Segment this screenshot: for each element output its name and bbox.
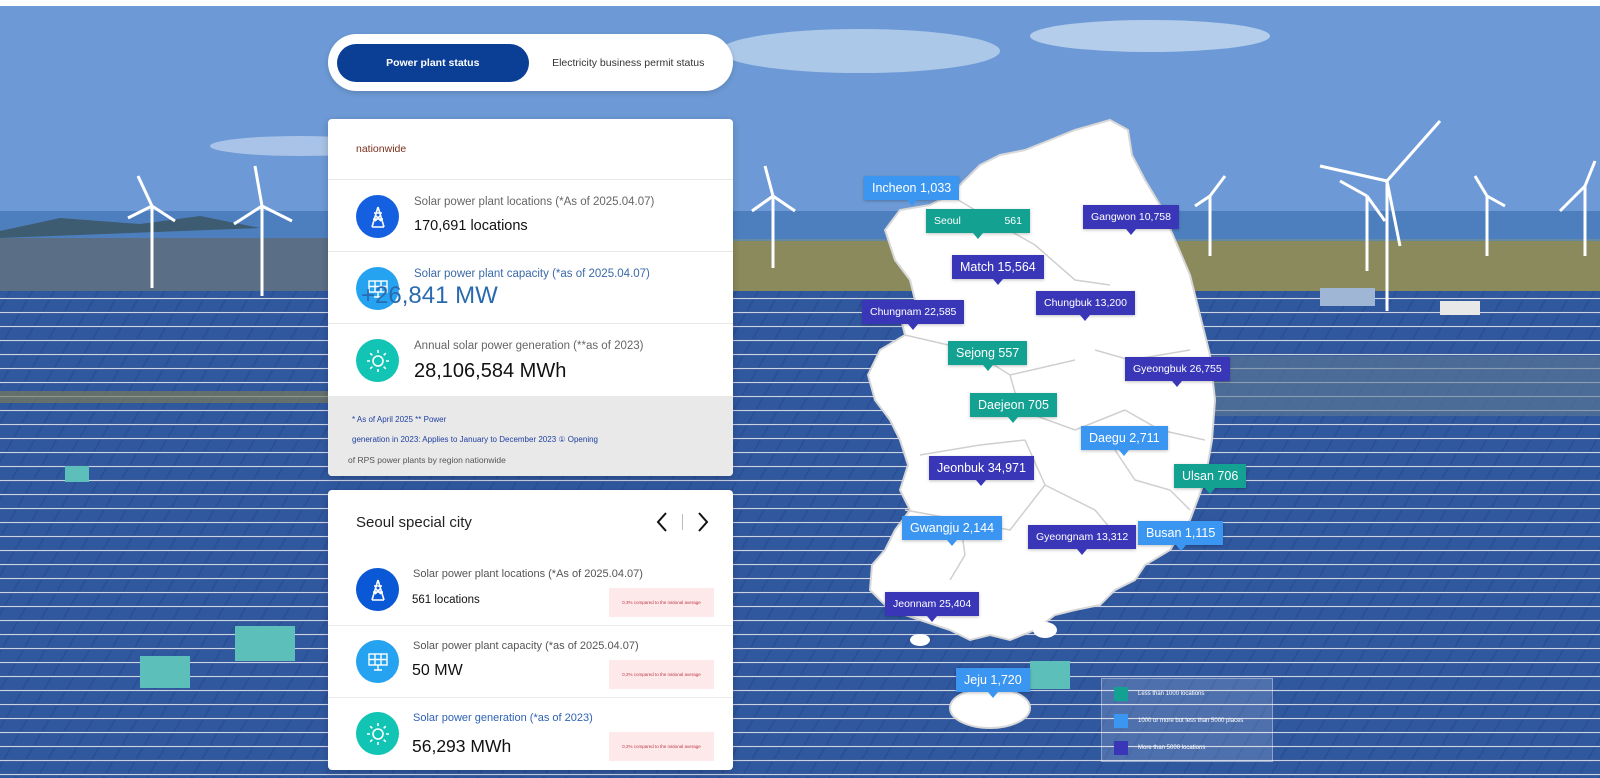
map-label-gwangju[interactable]: Gwangju 2,144 <box>902 516 1003 546</box>
map-label-chungnam[interactable]: Chungnam 22,585 <box>862 300 965 330</box>
region-capacity-compare-badge: 0.2% compared to the national average <box>609 660 714 689</box>
region-capacity-value: 50 MW <box>412 662 463 679</box>
national-capacity-row: Solar power plant capacity (*as of 2025.… <box>328 252 733 324</box>
region-generation-value: 56,293 MWh <box>412 736 512 756</box>
region-card: Seoul special city Solar power plant loc… <box>328 490 733 770</box>
national-capacity-label: Solar power plant capacity (*as of 2025.… <box>414 268 650 280</box>
sun-icon <box>356 339 399 382</box>
region-generation-compare-badge: 0.2% compared to the national average <box>609 732 714 761</box>
national-locations-value: 170,691 locations <box>414 218 528 234</box>
nav-divider <box>682 514 683 530</box>
national-generation-row: Annual solar power generation (**as of 2… <box>328 324 733 396</box>
map-label-busan[interactable]: Busan 1,115 <box>1138 521 1224 551</box>
legend-label-mid: 1000 or more but less than 5000 places <box>1138 718 1244 724</box>
map-label-incheon[interactable]: Incheon 1,033 <box>864 176 960 206</box>
map-label-gyeongnam[interactable]: Gyeongnam 13,312 <box>1028 525 1137 555</box>
solar-farm-background <box>0 6 1600 778</box>
map-label-gangwon[interactable]: Gangwon 10,758 <box>1083 205 1179 235</box>
korea-map <box>866 118 1217 729</box>
legend-swatch-mid <box>1114 714 1128 728</box>
region-capacity-row: Solar power plant capacity (*as of 2025.… <box>328 626 733 698</box>
region-nav <box>650 510 715 534</box>
sun-icon <box>356 712 399 755</box>
seoul-value: 561 <box>1004 215 1022 227</box>
map-label-jeonbuk[interactable]: Jeonbuk 34,971 <box>929 456 1034 486</box>
transmission-tower-icon <box>356 195 399 238</box>
national-generation-label: Annual solar power generation (**as of 2… <box>414 340 644 352</box>
region-locations-compare-badge: 0.3% compared to the national average <box>609 588 714 617</box>
island-shape <box>910 634 930 646</box>
map-label-jeju[interactable]: Jeju 1,720 <box>956 668 1030 698</box>
national-locations-label: Solar power plant locations (*As of 2025… <box>414 196 655 208</box>
legend-label-high: More than 5000 locations <box>1138 745 1206 751</box>
map-label-ulsan[interactable]: Ulsan 706 <box>1174 464 1247 494</box>
seoul-name: Seoul <box>934 215 961 227</box>
map-label-sejong[interactable]: Sejong 557 <box>948 341 1028 371</box>
transmission-tower-icon <box>356 568 399 611</box>
map-legend: Less than 1000 locations 1000 or more bu… <box>1101 678 1273 762</box>
region-generation-label: Solar power generation (*as of 2023) <box>413 712 593 724</box>
national-capacity-value: +26,841 MW <box>361 282 498 309</box>
region-locations-value: 561 locations <box>412 594 480 606</box>
region-generation-row: Solar power generation (*as of 2023) 56,… <box>328 698 733 770</box>
map-label-daejeon[interactable]: Daejeon 705 <box>970 393 1057 423</box>
map-label-chungbuk[interactable]: Chungbuk 13,200 <box>1036 291 1135 321</box>
tab-power-plant-status[interactable]: Power plant status <box>337 43 529 82</box>
footnote-line-2[interactable]: generation in 2023: Applies to January t… <box>352 430 733 450</box>
status-tab-bar: Power plant status Electricity business … <box>328 34 733 91</box>
map-label-gyeongbuk[interactable]: Gyeongbuk 26,755 <box>1125 357 1230 387</box>
map-label-jeonnam[interactable]: Jeonnam 25,404 <box>885 592 980 622</box>
legend-label-low: Less than 1000 locations <box>1138 691 1205 697</box>
legend-item-low: Less than 1000 locations <box>1114 687 1204 701</box>
nationwide-card: nationwide Solar power plant locations (… <box>328 119 733 476</box>
tab-electricity-permit-status[interactable]: Electricity business permit status <box>533 44 725 82</box>
legend-item-high: More than 5000 locations <box>1114 741 1205 755</box>
footnote-line-3: of RPS power plants by region nationwide <box>348 455 506 465</box>
footnotes: * As of April 2025 ** Power generation i… <box>328 396 733 476</box>
solar-panel-icon <box>356 640 399 683</box>
region-title: Seoul special city <box>356 513 472 531</box>
national-locations-row: Solar power plant locations (*As of 2025… <box>328 180 733 252</box>
chevron-left-icon[interactable] <box>650 510 674 534</box>
region-header: Seoul special city <box>328 490 733 554</box>
national-generation-value: 28,106,584 MWh <box>414 360 567 382</box>
map-label-daegu[interactable]: Daegu 2,711 <box>1081 426 1168 456</box>
region-capacity-label: Solar power plant capacity (*as of 2025.… <box>413 640 639 652</box>
chevron-right-icon[interactable] <box>691 510 715 534</box>
legend-item-mid: 1000 or more but less than 5000 places <box>1114 714 1243 728</box>
background-scene <box>0 6 1600 778</box>
island-shape <box>1033 622 1057 638</box>
legend-swatch-high <box>1114 741 1128 755</box>
footnote-line-1: * As of April 2025 ** Power <box>352 415 447 424</box>
map-label-seoul[interactable]: Seoul 561 <box>926 209 1030 239</box>
map-label-match[interactable]: Match 15,564 <box>952 255 1044 285</box>
legend-swatch-low <box>1114 687 1128 701</box>
nationwide-heading: nationwide <box>328 119 733 180</box>
region-locations-row: Solar power plant locations (*As of 2025… <box>328 554 733 626</box>
region-locations-label: Solar power plant locations (*As of 2025… <box>413 568 643 580</box>
